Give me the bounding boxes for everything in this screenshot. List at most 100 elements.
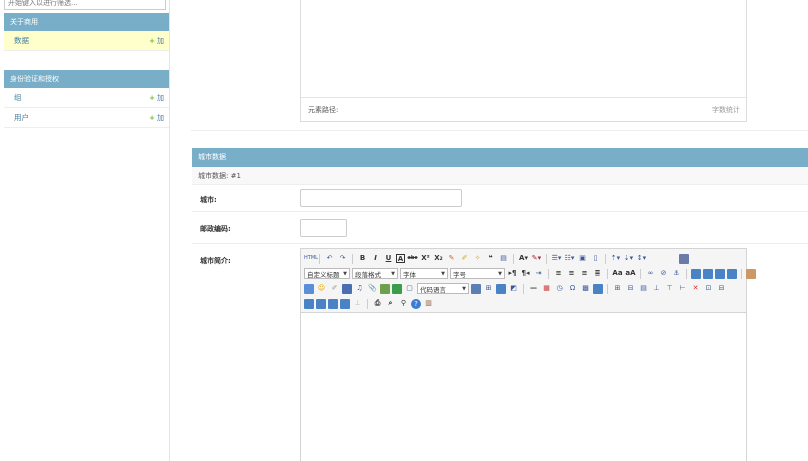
lineheight-icon[interactable]: ↕▾ <box>636 253 647 264</box>
superscript-icon[interactable]: X² <box>420 253 431 264</box>
rtl-icon[interactable]: ¶◂ <box>520 268 531 279</box>
music-icon[interactable]: ♫ <box>354 283 365 294</box>
print-icon[interactable]: ⎙ <box>372 298 383 309</box>
forecolor-icon[interactable]: A▾ <box>518 253 529 264</box>
editor-body[interactable] <box>301 313 746 461</box>
charts-icon[interactable]: ⊥ <box>352 298 363 309</box>
spechars-icon[interactable]: Ω <box>567 283 578 294</box>
section-divider <box>191 130 808 131</box>
anchor-icon[interactable]: ⚓ <box>671 268 682 279</box>
blockquote-icon[interactable]: ❝ <box>485 253 496 264</box>
insertimage-icon[interactable] <box>304 283 314 294</box>
image-left-icon[interactable] <box>703 268 713 279</box>
form-row-city: 城市: <box>192 186 808 212</box>
cleardoc-icon[interactable]: ▯ <box>590 253 601 264</box>
deletetable-icon[interactable]: ⊟ <box>625 283 636 294</box>
link-icon[interactable]: ∞ <box>645 268 656 279</box>
template-icon[interactable]: ⊞ <box>483 283 494 294</box>
italic-icon[interactable]: I <box>370 253 381 264</box>
splittocols-icon[interactable] <box>340 298 350 309</box>
sidebar-item-data-link[interactable]: 数据 <box>14 36 29 45</box>
backcolor-icon[interactable]: ✎▾ <box>531 253 542 264</box>
formatmatch-icon[interactable]: ✐ <box>459 253 470 264</box>
snapscreen-icon[interactable]: ◩ <box>508 283 519 294</box>
attachment-icon[interactable]: 📎 <box>367 283 378 294</box>
image-right-icon[interactable] <box>715 268 725 279</box>
add-user-link[interactable]: + 加 <box>149 108 164 128</box>
insert-paragraph-before-table-icon[interactable]: ▤ <box>638 283 649 294</box>
custom-style-select[interactable]: 自定义标题 ▼ <box>304 268 350 279</box>
subscript-icon[interactable]: X₂ <box>433 253 444 264</box>
justify-right-icon[interactable]: ≡ <box>579 268 590 279</box>
postcode-input[interactable] <box>300 219 347 237</box>
preview-icon[interactable]: ⌕ <box>385 298 396 309</box>
fullscreen-icon[interactable] <box>679 253 689 264</box>
module-caption-auth[interactable]: 身份验证和授权 <box>4 70 169 88</box>
date-icon[interactable]: ▦ <box>541 283 552 294</box>
deletecol-icon[interactable]: ✕ <box>690 283 701 294</box>
mergeright-icon[interactable]: ⊟ <box>716 283 727 294</box>
splittorows-icon[interactable] <box>328 298 338 309</box>
rowspacing-top-icon[interactable]: ⇡▾ <box>610 253 621 264</box>
wordimage-icon[interactable]: ▩ <box>580 283 591 294</box>
removeformat-icon[interactable]: ✎ <box>446 253 457 264</box>
sidebar-item-users-link[interactable]: 用户 <box>14 113 29 122</box>
emotion-icon[interactable]: ☺ <box>316 283 327 294</box>
justify-full-icon[interactable]: ≣ <box>592 268 603 279</box>
drafts-icon[interactable]: ▥ <box>423 298 434 309</box>
rowspacing-bottom-icon[interactable]: ⇣▾ <box>623 253 634 264</box>
searchreplace-binoculars-icon[interactable]: ⚲ <box>398 298 409 309</box>
city-input[interactable] <box>300 189 462 207</box>
insertframe-icon[interactable]: ▢ <box>404 283 415 294</box>
scrawl-icon[interactable]: ✐ <box>329 283 340 294</box>
unlink-icon[interactable]: ⊘ <box>658 268 669 279</box>
redo-icon[interactable]: ↷ <box>337 253 348 264</box>
code-language-select[interactable]: 代码语言 ▼ <box>417 283 469 294</box>
justify-center-icon[interactable]: ≡ <box>566 268 577 279</box>
justify-left-icon[interactable]: ≡ <box>553 268 564 279</box>
horizontal-rule-icon[interactable]: — <box>528 283 539 294</box>
sidebar-item-groups-link[interactable]: 组 <box>14 93 22 102</box>
pasteplain-icon[interactable]: ▤ <box>498 253 509 264</box>
insertrow-icon[interactable]: ⊥ <box>651 283 662 294</box>
simpleupload-icon[interactable] <box>746 268 756 279</box>
fontborder-icon[interactable]: A <box>396 254 405 263</box>
splittocells-icon[interactable] <box>316 298 326 309</box>
source-icon[interactable]: HTML <box>304 253 318 264</box>
autotypeset-icon[interactable]: ✧ <box>472 253 483 264</box>
indent-icon[interactable]: ⇥ <box>533 268 544 279</box>
deleterow-icon[interactable]: ⊤ <box>664 283 675 294</box>
gmap-icon[interactable] <box>392 283 402 294</box>
inserttable-icon[interactable]: ⊞ <box>612 283 623 294</box>
add-data-link[interactable]: + 加 <box>149 31 164 51</box>
time-icon[interactable]: ◷ <box>554 283 565 294</box>
touppercase-icon[interactable]: Aa <box>612 268 623 279</box>
map-icon[interactable] <box>380 283 390 294</box>
searchreplace-icon[interactable] <box>593 283 603 294</box>
upper-editor[interactable]: 元素路径: 字数统计 <box>300 0 747 122</box>
strikethrough-icon[interactable]: abc <box>407 253 418 264</box>
bold-icon[interactable]: B <box>357 253 368 264</box>
underline-icon[interactable]: U <box>383 253 394 264</box>
help-icon[interactable]: ? <box>411 298 421 309</box>
undo-icon[interactable]: ↶ <box>324 253 335 264</box>
pagebreak-icon[interactable] <box>471 283 481 294</box>
ordered-list-icon[interactable]: ☰▾ <box>551 253 562 264</box>
insertvideo-icon[interactable] <box>342 283 352 294</box>
background-icon[interactable] <box>496 283 506 294</box>
unordered-list-icon[interactable]: ☷▾ <box>564 253 575 264</box>
module-caption-about[interactable]: 关于商用 <box>4 13 169 31</box>
ltr-icon[interactable]: ▸¶ <box>507 268 518 279</box>
paragraph-select[interactable]: 段落格式 ▼ <box>352 268 398 279</box>
font-family-select[interactable]: 字体 ▼ <box>400 268 448 279</box>
tolowercase-icon[interactable]: aA <box>625 268 636 279</box>
mergecells-icon[interactable]: ⊡ <box>703 283 714 294</box>
nav-filter-input[interactable] <box>4 0 166 10</box>
add-group-link[interactable]: + 加 <box>149 88 164 108</box>
font-size-select[interactable]: 字号 ▼ <box>450 268 505 279</box>
insertcol-icon[interactable]: ⊢ <box>677 283 688 294</box>
image-none-icon[interactable] <box>691 268 701 279</box>
mergedown-icon[interactable] <box>304 298 314 309</box>
selectall-icon[interactable]: ▣ <box>577 253 588 264</box>
image-center-icon[interactable] <box>727 268 737 279</box>
